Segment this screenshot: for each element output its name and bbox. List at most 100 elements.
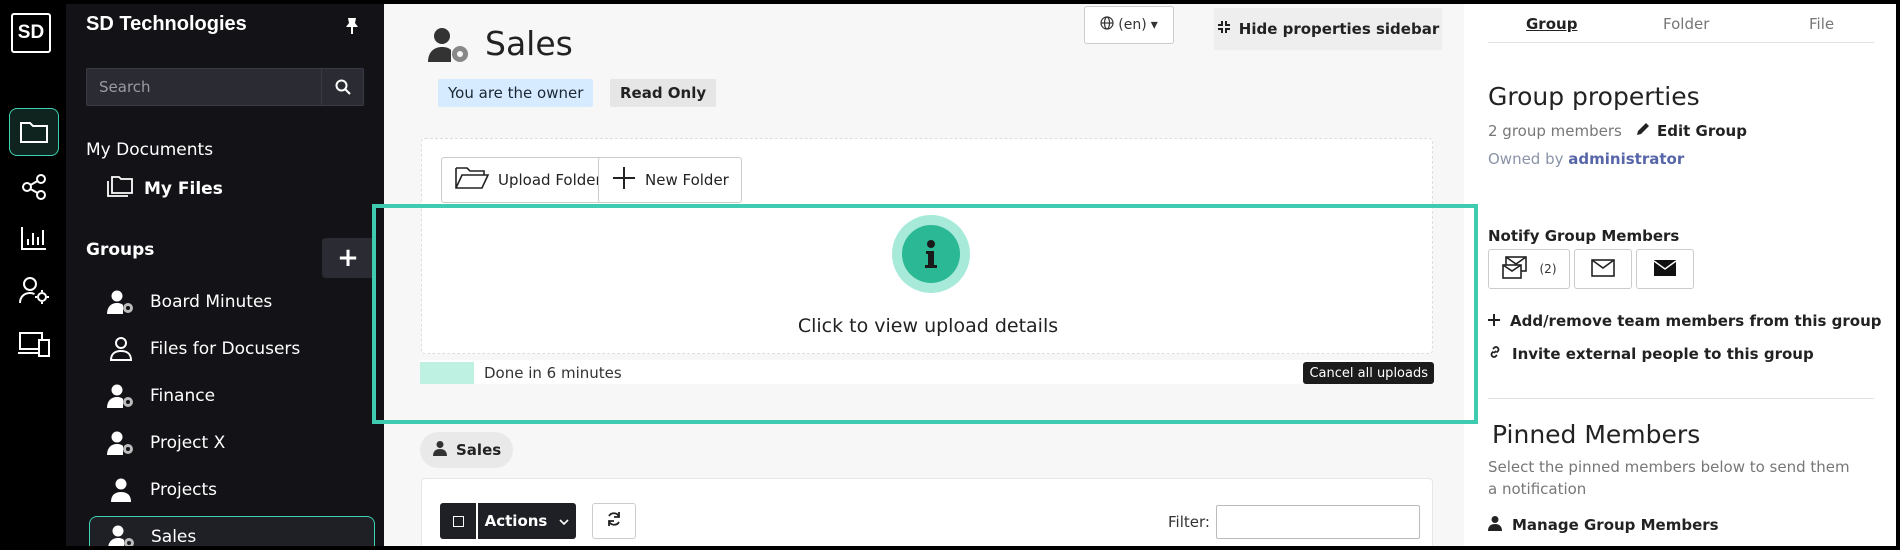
notify-app-button[interactable]: (2) [1488, 249, 1570, 289]
group-label: Finance [150, 386, 216, 406]
filter-label: Filter: [1168, 513, 1210, 531]
tabs-divider [1488, 42, 1874, 43]
manage-label: Manage Group Members [1512, 516, 1719, 534]
group-label: Project X [150, 433, 226, 453]
nav-sidebar: SD Technologies My Documents My Files Gr… [66, 4, 384, 546]
user-outline-icon [104, 336, 138, 362]
cancel-uploads-button[interactable]: Cancel all uploads [1303, 362, 1434, 384]
select-all-checkbox[interactable] [440, 503, 476, 539]
group-label: Projects [150, 480, 218, 500]
link-icon [1488, 345, 1502, 363]
group-settings-icon [426, 26, 472, 70]
actions-label: Actions [484, 512, 548, 530]
language-label: (en) [1118, 17, 1147, 33]
search-box [86, 68, 364, 106]
page-title: Sales [485, 24, 573, 63]
tab-group[interactable]: Group [1526, 15, 1577, 33]
edit-group-label: Edit Group [1657, 121, 1747, 140]
hide-properties-label: Hide properties sidebar [1238, 20, 1440, 38]
new-folder-label: New Folder [645, 171, 729, 189]
pin-icon[interactable] [345, 17, 359, 39]
folder-icon[interactable] [9, 108, 59, 156]
upload-panel: Upload Folder New Folder Click to view u… [421, 138, 1433, 354]
my-files-link[interactable]: My Files [106, 174, 223, 203]
main-content: Sales You are the owner Read Only (en) ▾… [384, 4, 1464, 546]
manage-members-link[interactable]: Manage Group Members [1488, 515, 1719, 535]
filter-input[interactable] [1216, 505, 1420, 539]
user-gear-icon [104, 383, 138, 409]
plus-icon [1488, 312, 1500, 330]
notify-email-button[interactable] [1574, 249, 1632, 289]
search-icon[interactable] [321, 69, 363, 105]
open-folder-icon [454, 164, 490, 196]
group-item-sales[interactable]: Sales [89, 516, 375, 546]
group-item-projects[interactable]: Projects [89, 470, 379, 510]
notify-count: (2) [1539, 262, 1557, 276]
invite-label: Invite external people to this group [1512, 345, 1814, 363]
file-list-panel: Actions Filter: [421, 478, 1433, 546]
section-divider [1488, 398, 1874, 399]
icon-rail: SD [4, 4, 66, 546]
envelope-outline-icon [1591, 258, 1615, 280]
share-icon[interactable] [9, 163, 59, 211]
pinned-members-heading: Pinned Members [1492, 420, 1701, 449]
group-label: Sales [151, 526, 197, 547]
devices-icon[interactable] [9, 320, 59, 368]
user-gear-icon [105, 524, 139, 546]
upload-folder-button[interactable]: Upload Folder [441, 157, 615, 203]
group-item-project-x[interactable]: Project X [89, 423, 379, 463]
edit-group-button[interactable]: Edit Group [1636, 121, 1747, 140]
notify-heading: Notify Group Members [1488, 227, 1680, 245]
info-icon [902, 225, 960, 283]
caret-down-icon: ▾ [1150, 17, 1158, 33]
group-item-files-for-docusers[interactable]: Files for Docusers [89, 329, 379, 369]
pencil-icon [1636, 121, 1651, 140]
user-icon [432, 440, 448, 460]
search-input[interactable] [87, 69, 321, 105]
add-remove-label: Add/remove team members from this group [1510, 312, 1882, 330]
group-label: Files for Docusers [150, 339, 301, 359]
pinned-members-description: Select the pinned members below to send … [1488, 458, 1850, 498]
breadcrumb[interactable]: Sales [420, 432, 514, 468]
notification-icon [1501, 255, 1534, 283]
tab-file[interactable]: File [1809, 15, 1834, 33]
notify-email-all-button[interactable] [1636, 249, 1694, 289]
group-properties-heading: Group properties [1488, 82, 1700, 111]
group-label: Board Minutes [150, 292, 273, 312]
refresh-icon [606, 511, 622, 531]
owned-by-prefix: Owned by [1488, 150, 1564, 168]
add-group-button[interactable]: + [322, 238, 374, 278]
plus-icon [611, 165, 637, 195]
group-item-board-minutes[interactable]: Board Minutes [89, 282, 379, 322]
new-folder-button[interactable]: New Folder [598, 157, 742, 203]
add-remove-members-link[interactable]: Add/remove team members from this group [1488, 312, 1882, 330]
actions-dropdown[interactable]: Actions [478, 503, 576, 539]
upload-details-text[interactable]: Click to view upload details [422, 315, 1434, 337]
upload-folder-label: Upload Folder [498, 171, 602, 189]
app-logo[interactable]: SD [11, 13, 51, 53]
properties-sidebar: Group Folder File Group properties 2 gro… [1464, 4, 1896, 546]
group-item-finance[interactable]: Finance [89, 376, 379, 416]
language-dropdown[interactable]: (en) ▾ [1084, 6, 1174, 44]
bar-chart-icon[interactable] [9, 214, 59, 262]
folders-icon [106, 174, 134, 203]
user-icon [104, 477, 138, 503]
invite-external-link[interactable]: Invite external people to this group [1488, 345, 1814, 363]
upload-details-button[interactable] [892, 215, 970, 293]
caret-down-icon [559, 512, 569, 530]
my-files-label: My Files [144, 178, 223, 199]
owner-badge: You are the owner [438, 79, 594, 107]
globe-icon [1100, 16, 1114, 34]
my-documents-link[interactable]: My Documents [86, 140, 213, 160]
refresh-button[interactable] [592, 503, 636, 539]
user-gear-icon [104, 289, 138, 315]
owner-link[interactable]: administrator [1568, 150, 1684, 168]
tab-folder[interactable]: Folder [1663, 15, 1709, 33]
upload-progress-bar [420, 362, 474, 384]
app-window: SD SD Technologies My Documents [4, 4, 1896, 546]
user-settings-icon[interactable] [9, 266, 59, 314]
owned-by: Owned by administrator [1488, 150, 1684, 168]
groups-heading: Groups [86, 240, 155, 260]
hide-properties-button[interactable]: Hide properties sidebar [1214, 8, 1442, 50]
user-icon [1488, 515, 1502, 535]
